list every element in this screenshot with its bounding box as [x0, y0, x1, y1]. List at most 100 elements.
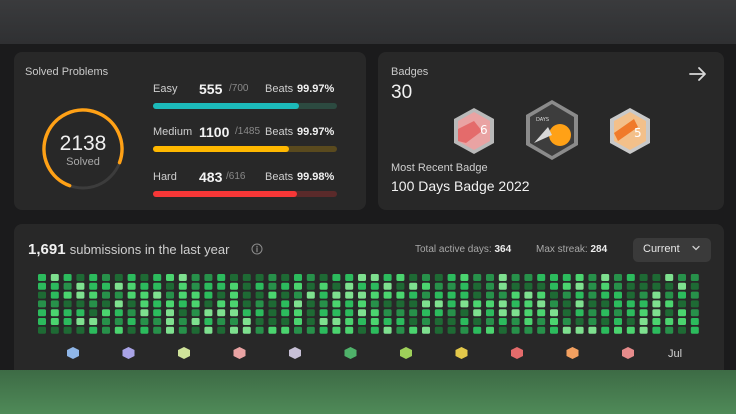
- heatmap-cell: [486, 282, 494, 290]
- recent-badge-label: Most Recent Badge: [391, 162, 488, 174]
- heatmap-cell: [306, 282, 315, 290]
- heatmap-cell: [345, 282, 354, 290]
- heatmap-cell: [370, 326, 379, 334]
- heatmap-cell: [588, 318, 597, 325]
- heatmap-cell: [562, 326, 571, 334]
- badges-card[interactable]: Badges 30 6 DAYS 5 Most Recent Badge 100…: [378, 52, 724, 210]
- heatmap-cell: [370, 318, 379, 325]
- heatmap-cell: [50, 318, 59, 325]
- heatmap-cell: [319, 300, 328, 308]
- heatmap-cell: [460, 282, 469, 290]
- heatmap-cell: [511, 274, 520, 281]
- heatmap-cell: [652, 326, 661, 334]
- heatmap-cell: [230, 318, 238, 325]
- heatmap-cell: [460, 291, 469, 299]
- 6-badge-icon[interactable]: 6: [452, 107, 496, 155]
- heatmap-cell: [63, 282, 72, 290]
- heatmap-cell: [665, 282, 674, 290]
- month-badge-icon: [400, 347, 412, 359]
- heatmap-cell: [383, 326, 392, 334]
- heatmap-cell: [191, 300, 200, 308]
- heatmap-cell: [498, 300, 507, 308]
- heatmap-cell: [550, 326, 558, 334]
- heatmap-cell: [140, 282, 149, 290]
- heatmap-cell: [306, 274, 315, 281]
- badge-text: DAYS: [536, 117, 549, 123]
- heatmap-cell: [396, 300, 405, 308]
- heatmap-cell: [639, 309, 648, 317]
- beats-label: Beats: [265, 126, 294, 138]
- heatmap-cell: [166, 309, 174, 317]
- heatmap-cell: [89, 326, 98, 334]
- heatmap-cell: [511, 291, 520, 299]
- heatmap-cell: [409, 318, 418, 325]
- heatmap-cell: [294, 309, 302, 317]
- heatmap-cell: [396, 282, 405, 290]
- heatmap-cell: [511, 309, 520, 317]
- heatmap-cell: [114, 274, 123, 281]
- heatmap-cell: [242, 326, 251, 334]
- heatmap-cell: [358, 291, 366, 299]
- heatmap-cell: [550, 282, 558, 290]
- heatmap-cell: [358, 326, 366, 334]
- heatmap-cell: [230, 274, 238, 281]
- heatmap-cell: [319, 291, 328, 299]
- heatmap-cell: [332, 274, 341, 281]
- heatmap-cell: [114, 318, 123, 325]
- heatmap-cell: [537, 291, 546, 299]
- heatmap-cell: [332, 318, 341, 325]
- badges-title: Badges: [391, 66, 429, 78]
- heatmap-cell: [178, 291, 187, 299]
- heatmap-cell: [447, 318, 456, 325]
- heatmap-cell: [652, 291, 661, 299]
- recent-badge-name: 100 Days Badge 2022: [391, 178, 530, 194]
- heatmap-cell: [166, 282, 174, 290]
- heatmap-cell: [601, 326, 610, 334]
- heatmap-cell: [345, 318, 354, 325]
- heatmap-cell: [268, 282, 277, 290]
- heatmap-cell: [191, 309, 200, 317]
- heatmap-cell: [678, 309, 686, 317]
- heatmap-cell: [601, 291, 610, 299]
- heatmap-cell: [38, 318, 46, 325]
- heatmap-cell: [294, 291, 302, 299]
- heatmap-cell: [345, 274, 354, 281]
- heatmap-cell: [140, 291, 149, 299]
- heatmap-cell: [255, 282, 264, 290]
- heatmap-cell: [473, 309, 482, 317]
- heatmap-cell: [524, 291, 533, 299]
- heatmap-cell: [614, 318, 622, 325]
- heatmap-cell: [281, 318, 290, 325]
- heatmap-cell: [127, 282, 136, 290]
- days-badge-icon[interactable]: DAYS: [524, 99, 580, 161]
- heatmap-cell: [102, 326, 110, 334]
- heatmap-cell: [486, 318, 494, 325]
- arrow-right-icon[interactable]: [688, 64, 708, 84]
- month-badge-icon: [344, 347, 357, 359]
- heatmap-cell: [383, 274, 392, 281]
- heatmap-cell: [665, 300, 674, 308]
- heatmap-cell: [486, 300, 494, 308]
- heatmap-cell: [690, 326, 699, 334]
- heatmap-cell: [38, 309, 46, 317]
- heatmap-cell: [281, 309, 290, 317]
- heatmap-cell: [294, 282, 302, 290]
- heatmap-cell: [562, 300, 571, 308]
- heatmap-cell: [306, 318, 315, 325]
- month-badge-icon: [511, 347, 523, 359]
- heatmap-cell: [127, 291, 136, 299]
- heatmap-cell: [524, 309, 533, 317]
- heatmap-cell: [652, 282, 661, 290]
- heatmap-cell: [601, 282, 610, 290]
- heatmap-cell: [537, 300, 546, 308]
- heatmap-cell: [473, 291, 482, 299]
- heatmap-cell: [268, 318, 277, 325]
- difficulty-total: /700: [229, 83, 249, 94]
- 5-badge-icon[interactable]: 5: [608, 107, 652, 155]
- heatmap-cell: [370, 291, 379, 299]
- heatmap-cell: [498, 274, 507, 281]
- heatmap-cell: [294, 318, 302, 325]
- heatmap-cell: [460, 318, 469, 325]
- heatmap-cell: [473, 326, 482, 334]
- heatmap-cell: [217, 291, 226, 299]
